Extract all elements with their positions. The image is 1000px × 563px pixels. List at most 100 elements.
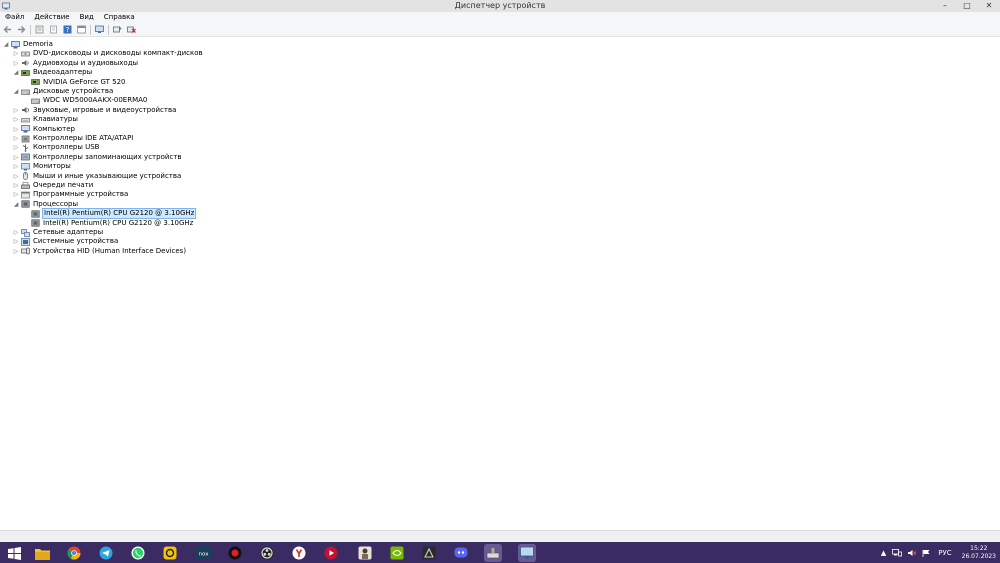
tree-root[interactable]: ◢ Demoria [3,40,53,49]
tree-category[interactable]: ▷ Контроллеры IDE ATA/ATAPI [13,134,134,143]
tree-category[interactable]: ◢ Дисковые устройства [13,87,114,96]
tree-item-label: Demoria [23,40,53,48]
game-icon[interactable] [420,544,438,562]
storage-icon [21,153,30,161]
properties-icon[interactable] [34,24,45,35]
collapsed-arrow-icon[interactable]: ▷ [13,106,19,115]
computer-icon [21,125,30,133]
clock-date: 26.07.2023 [961,552,996,560]
expanded-arrow-icon[interactable]: ◢ [13,200,19,209]
menu-action[interactable]: Действие [29,12,74,23]
character-app-icon[interactable] [356,544,374,562]
discord-icon[interactable] [452,544,470,562]
list-icon[interactable] [48,24,59,35]
tree-category[interactable]: ▷ Клавиатуры [13,115,78,124]
collapsed-arrow-icon[interactable]: ▷ [13,115,19,124]
maximize-button[interactable]: □ [962,1,972,11]
menu-help[interactable]: Справка [99,12,140,23]
clock[interactable]: 15:22 26.07.2023 [962,545,996,561]
speaker-muted-icon[interactable] [907,549,917,557]
tree-item-label: Компьютер [33,124,75,133]
collapsed-arrow-icon[interactable]: ▷ [13,247,19,256]
tree-category[interactable]: ▷ Системные устройства [13,237,118,246]
collapsed-arrow-icon[interactable]: ▷ [13,237,19,246]
tree-category[interactable]: ▷ Контроллеры USB [13,143,99,152]
tree-category[interactable]: ▷ Звуковые, игровые и видеоустройства [13,106,177,115]
chrome-icon[interactable] [65,544,83,562]
flag-tray-icon[interactable] [922,549,931,557]
tree-category[interactable]: ▷ Мыши и иные указывающие устройства [13,172,181,181]
tree-item-label: Контроллеры USB [33,143,100,152]
menu-view[interactable]: Вид [75,12,99,23]
collapsed-arrow-icon[interactable]: ▷ [13,59,19,68]
back-icon[interactable] [2,24,13,35]
disk-icon [31,97,40,105]
forward-icon[interactable] [16,24,27,35]
toolbar: ? [0,23,1000,37]
tree-category[interactable]: ▷ Сетевые адаптеры [13,228,103,237]
tree-category[interactable]: ◢ Видеоадаптеры [13,68,92,77]
tree-device[interactable]: NVIDIA GeForce GT 520 [23,78,126,87]
tree-category[interactable]: ◢ Процессоры [13,200,78,209]
menu-file[interactable]: Файл [0,12,29,23]
tree-device[interactable]: Intel(R) Pentium(R) CPU G2120 @ 3.10GHz [23,208,197,220]
tree-item-label: Intel(R) Pentium(R) CPU G2120 @ 3.10GHz [43,218,194,227]
collapsed-arrow-icon[interactable]: ▷ [13,134,19,143]
app-d-icon[interactable] [161,544,179,562]
tree-item-label: Сетевые адаптеры [33,228,104,236]
tree-category[interactable]: ▷ Устройства HID (Human Interface Devices… [13,247,186,256]
collapsed-arrow-icon[interactable]: ▷ [13,162,19,171]
cpu-icon [21,200,30,208]
update-driver-icon[interactable] [112,24,123,35]
chevron-up-icon[interactable]: ▲ [881,549,886,557]
telegram-icon[interactable] [97,544,115,562]
start-icon[interactable] [2,544,26,562]
collapsed-arrow-icon[interactable]: ▷ [13,172,19,181]
collapsed-arrow-icon[interactable]: ▷ [13,153,19,162]
svg-text:?: ? [66,26,70,34]
file-explorer-icon[interactable] [33,544,51,562]
expanded-arrow-icon[interactable]: ◢ [3,40,9,49]
ide-icon [21,135,30,143]
nvidia-icon[interactable] [388,544,406,562]
input-language[interactable]: РУС [938,549,951,557]
tree-item-label: Мыши и иные указывающие устройства [33,171,182,180]
tree-device[interactable]: WDC WD5000AAKX-00ERMA0 [23,96,147,105]
expanded-arrow-icon[interactable]: ◢ [13,87,19,96]
cpu-icon [31,210,40,218]
tree-item-label: Программные устройства [33,190,129,199]
toolbar-separator [30,24,31,35]
collapsed-arrow-icon[interactable]: ▷ [13,228,19,237]
network-tray-icon[interactable] [892,548,903,557]
collapsed-arrow-icon[interactable]: ▷ [13,49,19,58]
nox-icon[interactable]: nox [194,544,212,562]
collapsed-arrow-icon[interactable]: ▷ [13,125,19,134]
tree-category[interactable]: ▷ Контроллеры запоминающих устройств [13,153,182,162]
device-manager-icon[interactable] [484,544,502,562]
tree-category[interactable]: ▷ Аудиовходы и аудиовыходы [13,59,138,68]
obs-icon[interactable] [258,544,276,562]
network-app-icon[interactable] [518,544,536,562]
tree-category[interactable]: ▷ Компьютер [13,125,75,134]
expanded-arrow-icon[interactable]: ◢ [13,68,19,77]
whatsapp-icon[interactable] [129,544,147,562]
view-icon[interactable] [76,24,87,35]
uninstall-icon[interactable] [126,24,137,35]
tree-category[interactable]: ▷ Программные устройства [13,190,129,199]
collapsed-arrow-icon[interactable]: ▷ [13,190,19,199]
display-icon[interactable] [94,24,105,35]
tree-device[interactable]: Intel(R) Pentium(R) CPU G2120 @ 3.10GHz [23,219,193,228]
close-button[interactable]: ✕ [984,1,994,11]
video-icon[interactable] [322,544,340,562]
minimize-button[interactable]: – [940,1,950,11]
taskbar: ▲ РУС 15:22 26.07.2023 nox [0,542,1000,563]
collapsed-arrow-icon[interactable]: ▷ [13,181,19,190]
collapsed-arrow-icon[interactable]: ▷ [13,143,19,152]
tree-category[interactable]: ▷ DVD-дисководы и дисководы компакт-диско… [13,49,203,58]
tree-category[interactable]: ▷ Очереди печати [13,181,94,190]
tree-category[interactable]: ▷ Мониторы [13,162,71,171]
yandex-icon[interactable] [290,544,308,562]
record-icon[interactable] [226,544,244,562]
help-icon[interactable]: ? [62,24,73,35]
tree-item-label: Устройства HID (Human Interface Devices) [33,246,187,255]
